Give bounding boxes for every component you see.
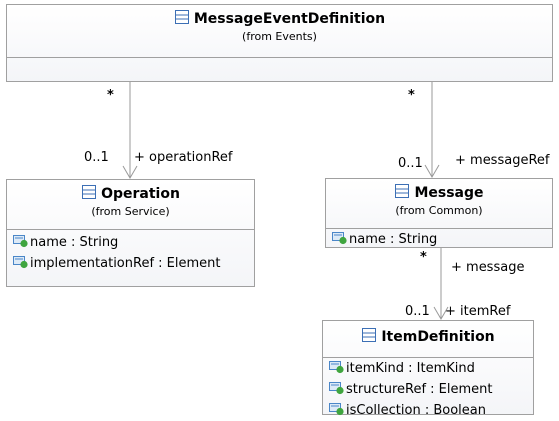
multiplicity-operation-target: 0..1 xyxy=(84,150,109,165)
multiplicity-item-target: 0..1 xyxy=(405,304,430,319)
class-header: Operation (from Service) xyxy=(7,184,254,230)
attribute-row[interactable]: structureRef : Element xyxy=(323,379,533,400)
attribute-icon xyxy=(332,231,349,249)
attribute-label: isCollection : Boolean xyxy=(346,403,486,418)
class-icon xyxy=(174,9,190,29)
multiplicity-med-message-source: * xyxy=(408,88,415,103)
class-message[interactable]: Message (from Common) name : String xyxy=(325,178,553,248)
class-name: Operation xyxy=(101,186,180,202)
attribute-row[interactable]: name : String xyxy=(326,229,552,250)
multiplicity-med-operation-source: * xyxy=(107,88,114,103)
attribute-label: itemKind : ItemKind xyxy=(346,361,475,376)
class-item-definition[interactable]: ItemDefinition itemKind : ItemKind struc… xyxy=(322,320,534,418)
attribute-icon xyxy=(329,381,346,399)
multiplicity-message-target: 0..1 xyxy=(398,156,423,171)
class-icon xyxy=(394,183,410,203)
attribute-list: name : String xyxy=(326,229,552,250)
class-header: MessageEventDefinition (from Events) xyxy=(7,9,552,58)
role-item-ref: + itemRef xyxy=(445,304,511,319)
class-icon xyxy=(361,327,377,347)
attribute-label: implementationRef : Element xyxy=(30,256,221,271)
attribute-label: structureRef : Element xyxy=(346,382,493,397)
class-icon xyxy=(81,184,97,204)
class-package: (from Common) xyxy=(395,204,483,217)
attribute-row[interactable]: isCollection : Boolean xyxy=(323,400,533,421)
attribute-icon xyxy=(13,234,30,252)
multiplicity-message-item-source: * xyxy=(420,250,427,265)
attribute-list: name : String implementationRef : Elemen… xyxy=(7,230,254,274)
attribute-label: name : String xyxy=(30,235,119,250)
attribute-icon xyxy=(329,360,346,378)
class-name: Message xyxy=(414,185,484,201)
role-message: + message xyxy=(451,260,525,275)
class-package: (from Events) xyxy=(242,30,317,43)
role-operation-ref: + operationRef xyxy=(134,150,233,165)
role-message-ref: + messageRef xyxy=(455,153,550,168)
attribute-row[interactable]: name : String xyxy=(7,232,254,253)
attribute-icon xyxy=(13,255,30,273)
class-header: ItemDefinition xyxy=(323,327,533,358)
attribute-row[interactable]: itemKind : ItemKind xyxy=(323,358,533,379)
class-header: Message (from Common) xyxy=(326,183,552,229)
attribute-label: name : String xyxy=(349,232,438,247)
class-package: (from Service) xyxy=(91,205,170,218)
attribute-row[interactable]: implementationRef : Element xyxy=(7,253,254,274)
class-name: MessageEventDefinition xyxy=(193,11,386,27)
attribute-list: itemKind : ItemKind structureRef : Eleme… xyxy=(323,358,533,421)
class-name: ItemDefinition xyxy=(381,329,495,345)
class-operation[interactable]: Operation (from Service) name : String i… xyxy=(6,179,255,287)
class-message-event-definition[interactable]: MessageEventDefinition (from Events) xyxy=(6,4,553,82)
